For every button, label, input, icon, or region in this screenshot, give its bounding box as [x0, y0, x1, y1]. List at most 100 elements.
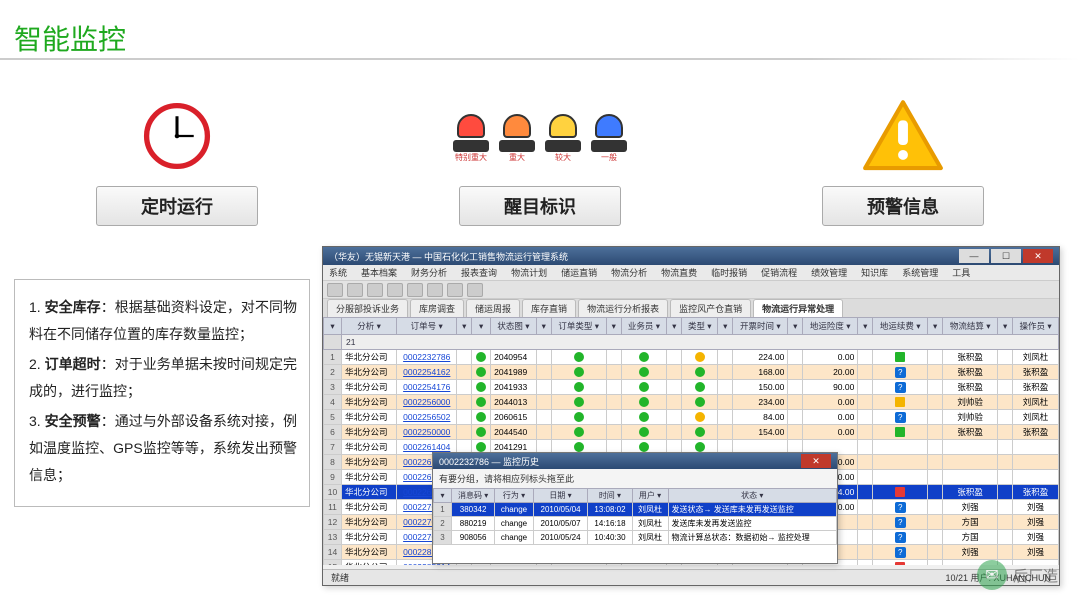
menu-item[interactable]: 储运直销	[561, 266, 597, 279]
toolbar-button[interactable]	[367, 283, 383, 297]
menu-item[interactable]: 知识库	[861, 266, 888, 279]
table-row[interactable]: 3908056change2010/05/2410:40:30刘凤杜物流计算总状…	[434, 531, 837, 545]
column-header[interactable]: 时间 ▾	[588, 489, 632, 503]
column-header[interactable]: ▾	[998, 318, 1013, 335]
column-header[interactable]: 开票时间 ▾	[733, 318, 788, 335]
menu-item[interactable]: 系统	[329, 266, 347, 279]
column-header[interactable]: ▾	[928, 318, 943, 335]
btn-warn[interactable]: 预警信息	[822, 186, 984, 226]
wechat-icon: ✉	[977, 560, 1007, 590]
table-row[interactable]: 6华北分公司00022500002044540154.000.00张积盈张积盈	[324, 425, 1059, 440]
menu-item[interactable]: 物流直费	[661, 266, 697, 279]
maximize-button[interactable]: ☐	[991, 249, 1021, 263]
window-titlebar[interactable]: （华友）无锡新天港 — 中国石化化工销售物流运行管理系统 — ☐ ✕	[323, 247, 1059, 265]
tab[interactable]: 库存直销	[522, 299, 576, 317]
column-header[interactable]: 分析 ▾	[342, 318, 397, 335]
toolbar-button[interactable]	[327, 283, 343, 297]
table-row[interactable]: 4华北分公司00022560002044013234.000.00刘帅验刘凤杜	[324, 395, 1059, 410]
table-row[interactable]: 3华北分公司00022541762041933150.0090.00?张积盈张积…	[324, 380, 1059, 395]
toolbar-button[interactable]	[387, 283, 403, 297]
column-header[interactable]: 行为 ▾	[495, 489, 534, 503]
column-header[interactable]: 消息码 ▾	[452, 489, 495, 503]
description-item: 订单超时：对于业务单据未按时间规定完成的，进行监控；	[29, 351, 297, 404]
btn-alert[interactable]: 醒目标识	[459, 186, 621, 226]
column-header[interactable]: 状态 ▾	[668, 489, 836, 503]
column-header[interactable]: ▾	[718, 318, 733, 335]
description-box: 安全库存：根据基础资料设定，对不同物料在不同储存位置的库存数量监控；订单超时：对…	[14, 279, 310, 507]
table-row[interactable]: 5华北分公司0002256502206061584.000.00?刘帅验刘凤杜	[324, 410, 1059, 425]
popup-grid[interactable]: ▾消息码 ▾行为 ▾日期 ▾时间 ▾用户 ▾状态 ▾1380342change2…	[433, 488, 837, 545]
menu-item[interactable]: 报表查询	[461, 266, 497, 279]
column-header[interactable]: ▾	[457, 318, 472, 335]
menu-item[interactable]: 物流分析	[611, 266, 647, 279]
column-header[interactable]: 日期 ▾	[533, 489, 588, 503]
feature-warn: 预警信息	[822, 96, 984, 226]
tab[interactable]: 监控风产仓直销	[670, 299, 751, 317]
column-header[interactable]: ▾	[434, 489, 452, 503]
sirens-icon: 特别重大 重大 较大 一般	[450, 96, 630, 176]
watermark: ✉ 后厂造	[977, 560, 1058, 590]
tab[interactable]: 物流运行分析报表	[578, 299, 668, 317]
popup-history[interactable]: 0002232786 — 监控历史 ✕ 有要分组，请将相应列标头拖至此 ▾消息码…	[432, 452, 838, 564]
page-title: 智能监控	[14, 18, 126, 58]
menu-item[interactable]: 物流计划	[511, 266, 547, 279]
column-header[interactable]: 订单类型 ▾	[551, 318, 606, 335]
status-left: 就绪	[331, 571, 349, 584]
column-header[interactable]: ▾	[667, 318, 682, 335]
column-header[interactable]: ▾	[472, 318, 491, 335]
tab[interactable]: 储运周报	[466, 299, 520, 317]
tab-bar[interactable]: 分服部投诉业务库房调查储运周报库存直销物流运行分析报表监控风产仓直销物流运行异常…	[323, 299, 1059, 317]
description-item: 安全库存：根据基础资料设定，对不同物料在不同储存位置的库存数量监控；	[29, 294, 297, 347]
table-row[interactable]: 1华北分公司00022327862040954224.000.00张积盈刘凤杜	[324, 350, 1059, 365]
tab[interactable]: 库房调查	[410, 299, 464, 317]
menu-item[interactable]: 临时报销	[711, 266, 747, 279]
toolbar-button[interactable]	[447, 283, 463, 297]
minimize-button[interactable]: —	[959, 249, 989, 263]
toolbar-button[interactable]	[427, 283, 443, 297]
tab[interactable]: 物流运行异常处理	[753, 299, 843, 317]
popup-close-button[interactable]: ✕	[801, 454, 831, 468]
menu-item[interactable]: 财务分析	[411, 266, 447, 279]
menu-item[interactable]: 促销流程	[761, 266, 797, 279]
description-item: 安全预警：通过与外部设备系统对接，例如温度监控、GPS监控等等，系统发出预警信息…	[29, 408, 297, 488]
column-header[interactable]: 物流结算 ▾	[943, 318, 998, 335]
column-header[interactable]: ▾	[606, 318, 621, 335]
column-header[interactable]: 用户 ▾	[632, 489, 668, 503]
toolbar-button[interactable]	[407, 283, 423, 297]
menu-item[interactable]: 系统管理	[902, 266, 938, 279]
column-header[interactable]: ▾	[788, 318, 803, 335]
table-row[interactable]: 2华北分公司00022541622041989168.0020.00?张积盈张积…	[324, 365, 1059, 380]
menu-item[interactable]: 绩效管理	[811, 266, 847, 279]
toolbar-button[interactable]	[347, 283, 363, 297]
column-header[interactable]: ▾	[536, 318, 551, 335]
column-header[interactable]: ▾	[324, 318, 342, 335]
menu-item[interactable]: 基本档案	[361, 266, 397, 279]
tab[interactable]: 分服部投诉业务	[327, 299, 408, 317]
column-header[interactable]: 地运险度 ▾	[803, 318, 858, 335]
btn-timer[interactable]: 定时运行	[96, 186, 258, 226]
column-header[interactable]: 订单号 ▾	[397, 318, 457, 335]
menu-bar[interactable]: 系统 基本档案 财务分析 报表查询 物流计划 储运直销 物流分析 物流直费 临时报销 促销流程 绩效…	[323, 265, 1059, 281]
column-header[interactable]: 操作员 ▾	[1013, 318, 1059, 335]
clock-icon	[139, 96, 215, 176]
column-header[interactable]: 类型 ▾	[682, 318, 718, 335]
title-underline	[0, 58, 1080, 60]
window-title: （华友）无锡新天港 — 中国石化化工销售物流运行管理系统	[329, 250, 568, 263]
feature-alert: 特别重大 重大 较大 一般 醒目标识	[450, 96, 630, 226]
status-bar: 就绪 10/21 用户: XUHANCHUN	[323, 569, 1059, 585]
warning-icon	[861, 96, 945, 176]
column-header[interactable]: 业务员 ▾	[621, 318, 667, 335]
toolbar[interactable]	[323, 281, 1059, 299]
popup-title: 0002232786 — 监控历史	[439, 455, 539, 468]
column-header[interactable]: 状态图 ▾	[491, 318, 537, 335]
table-row[interactable]: 1380342change2010/05/0413:08:02刘凤杜发送状态→ …	[434, 503, 837, 517]
column-header[interactable]: 地运续费 ▾	[873, 318, 928, 335]
feature-timer: 定时运行	[96, 96, 258, 226]
column-header[interactable]: ▾	[858, 318, 873, 335]
popup-message: 有要分组，请将相应列标头拖至此	[433, 469, 837, 488]
toolbar-button[interactable]	[467, 283, 483, 297]
feature-row: 定时运行 特别重大 重大 较大 一般 醒目标识 预警信息	[0, 86, 1080, 226]
menu-item[interactable]: 工具	[952, 266, 970, 279]
table-row[interactable]: 2880219change2010/05/0714:16:18刘凤杜发送库未发再…	[434, 517, 837, 531]
close-button[interactable]: ✕	[1023, 249, 1053, 263]
